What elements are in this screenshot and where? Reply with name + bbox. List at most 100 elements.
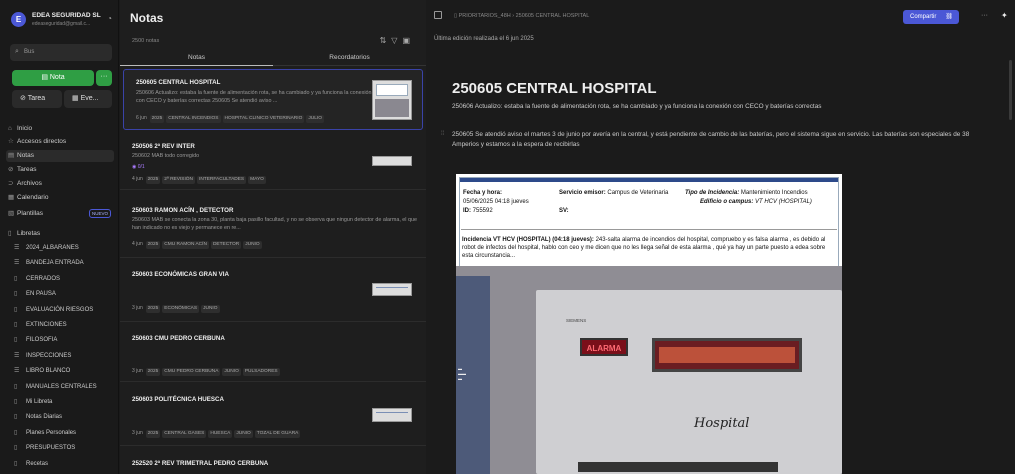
notebook-item[interactable]: ▯ Notas Diarias (14, 411, 116, 424)
note-thumbnail (372, 408, 412, 422)
tag: JULIO (306, 115, 324, 123)
notebook-item[interactable]: ☰ 2024_ALBARANES (14, 242, 116, 255)
notebook-item[interactable]: ▯ FILOSOFIA (14, 334, 116, 347)
filter-icon[interactable]: ▽ (391, 36, 402, 45)
new-task-button[interactable]: ⊘ Tarea (12, 90, 62, 108)
expand-icon[interactable] (434, 11, 442, 19)
notebook-item[interactable]: ▯ Recetas (14, 458, 116, 471)
report-label: Servicio emisor: (559, 190, 606, 196)
template-icon: ▧ (8, 210, 15, 217)
breadcrumb-text: PRIORITARIOS_48H › 250605 CENTRAL HOSPIT… (458, 13, 590, 19)
notebook-item[interactable]: ▯ Mi Libreta (14, 396, 116, 409)
notebook-icon: ▯ (14, 306, 18, 313)
list-item[interactable]: 250603 CMU PEDRO CERBUNA 3 jun 2025 CMU P… (120, 324, 426, 382)
report-fecha: Fecha y hora: (463, 190, 502, 196)
search-input[interactable]: ⌕ Bus (10, 44, 112, 61)
sidebar-item-archivos[interactable]: ⊃ Archivos (6, 178, 114, 190)
more-options-icon[interactable]: ··· (981, 12, 988, 19)
notebook-item[interactable]: ▯ EXTINCIONES (14, 319, 116, 332)
report-label: Edificio o campus: (700, 199, 754, 205)
sidebar-item-accesos[interactable]: ☆ Accesos directos (6, 136, 114, 148)
plus-icon[interactable]: ✦ (1001, 11, 1008, 20)
new-event-label: Eve... (80, 95, 99, 102)
notebook-item[interactable]: ☰ LIBRO BLANCO (14, 365, 116, 378)
notes-count: 2500 notas (132, 38, 160, 44)
notebook-label: EXTINCIONES (26, 322, 67, 328)
notebook-item[interactable]: ▯ EN PAUSA (14, 288, 116, 301)
sidebar-item-tareas[interactable]: ⊘ Tareas (6, 164, 114, 176)
tag: 2025 (145, 430, 161, 438)
notebook-item[interactable]: ☰ INSPECCIONES (14, 350, 116, 363)
tag: 2025 (145, 176, 161, 184)
note-paragraph[interactable]: 250606 Actualizo: estaba la fuente de al… (452, 102, 992, 112)
list-item[interactable]: 250603 POLITÉCNICA HUESCA 3 jun 2025 CENT… (120, 384, 426, 446)
notebook-item[interactable]: ▯ CERRADOS (14, 273, 116, 286)
share-button[interactable]: Compartir ⛓ (903, 10, 959, 24)
list-item[interactable]: 250603 ECONÓMICAS GRAN VIA 3 jun 2025 ECO… (120, 260, 426, 322)
account-switcher[interactable]: E EDEA SEGURIDAD SL edeaseguridad@gmail.… (6, 9, 116, 31)
note-thumbnail (372, 283, 412, 296)
notebook-label: LIBRO BLANCO (26, 368, 71, 375)
tag: CENTRAL GASES (162, 430, 207, 438)
note-title: 252520 2ª REV TRIMETRAL PEDRO CERBUNA (132, 460, 269, 467)
note-date: 4 jun (132, 241, 143, 247)
list-item[interactable]: 250506 2ª REV INTER 250602 MAB todo corr… (120, 132, 426, 190)
search-icon: ⌕ (15, 48, 19, 55)
calendar-icon: ▦ (8, 194, 15, 201)
notebook-item[interactable]: ▯ EVALUACIÓN RIESGOS (14, 304, 116, 317)
list-item[interactable]: 252520 2ª REV TRIMETRAL PEDRO CERBUNA (120, 448, 426, 474)
report-value: VT HCV (HOSPITAL) (755, 199, 812, 205)
report-value: 755592 (472, 208, 493, 214)
drag-handle-icon[interactable]: ⁞⁞ (441, 131, 444, 137)
link-icon[interactable]: ⛓ (945, 10, 953, 24)
note-title: 250603 RAMON ACÍN , DETECTOR (132, 207, 234, 214)
sidebar-item-plantillas[interactable]: ▧ Plantillas NUEVO (6, 208, 114, 220)
editor-topbar: ▯ PRIORITARIOS_48H › 250605 CENTRAL HOSP… (426, 0, 1015, 30)
notebook-icon: ▯ (14, 322, 18, 328)
note-paragraph[interactable]: 250605 Se atendió aviso el martes 3 de j… (452, 130, 992, 150)
new-event-button[interactable]: ▦ Eve... (64, 90, 112, 108)
notebook-item[interactable]: ▯ Planes Personales (14, 427, 116, 440)
note-snippet: 250603 MAB se conecta la zona 30, planta… (132, 217, 417, 231)
sort-icon[interactable]: ⇅ (380, 36, 392, 45)
check-circle-icon: ⊘ (20, 95, 28, 102)
new-badge: NUEVO (88, 209, 111, 218)
sidebar-item-notas[interactable]: ▤ Notas (6, 150, 114, 162)
note-date: 6 jun (136, 115, 147, 121)
notebook-item[interactable]: ☰ BANDEJA ENTRADA (14, 257, 116, 270)
breadcrumb[interactable]: ▯ PRIORITARIOS_48H › 250605 CENTRAL HOSP… (454, 13, 589, 19)
note-date: 3 jun (132, 430, 143, 436)
note-title: 250603 POLITÉCNICA HUESCA (132, 396, 224, 403)
sidebar-item-calendario[interactable]: ▦ Calendario (6, 192, 114, 204)
list-item-selected[interactable]: 250605 CENTRAL HOSPITAL 250606 Actualizo… (123, 69, 423, 130)
tag: DETECTOR (210, 241, 242, 249)
tag: ECONÓMICAS (162, 305, 200, 313)
scrollbar[interactable] (1009, 60, 1012, 120)
sidebar-item-inicio[interactable]: ⌂ Inicio (6, 123, 114, 135)
tag: 2025 (145, 368, 161, 376)
tag: HOSPITAL CLINICO VETERINARIO (222, 115, 305, 123)
note-meta: 3 jun 2025 CENTRAL GASES HUESCA JUNIO TOZAL … (132, 430, 302, 438)
thumbnail-line (376, 412, 408, 413)
report-header-bar (460, 178, 838, 182)
notebook-icon: ▯ (14, 429, 18, 436)
new-more-button[interactable]: ··· (96, 70, 112, 86)
tab-recordatorios[interactable]: Recordatorios (273, 52, 426, 66)
list-item[interactable]: 250603 RAMON ACÍN , DETECTOR 250603 MAB … (120, 192, 426, 258)
report-desc-title: Incidencia VT HCV (HOSPITAL) (04:18 juev… (462, 237, 594, 243)
notebook-label: Recetas (26, 460, 49, 467)
attached-image[interactable]: Fecha y hora: 05/06/2025 04:18 jueves ID… (456, 174, 842, 474)
tab-notas[interactable]: Notas (120, 52, 273, 66)
new-note-label: Nota (49, 74, 65, 81)
note-icon: ▤ (8, 152, 15, 159)
view-options-icon[interactable]: ▣ (402, 36, 415, 45)
sidebar-item-libretas[interactable]: ▯ Libretas (6, 228, 114, 240)
new-note-button[interactable]: ▤ Nota (12, 70, 94, 86)
note-editor: ▯ PRIORITARIOS_48H › 250605 CENTRAL HOSP… (426, 0, 1015, 474)
tag: 2025 (145, 305, 161, 313)
note-title-heading[interactable]: 250605 CENTRAL HOSPITAL (452, 80, 657, 97)
bell-icon[interactable]: ◔ (105, 14, 114, 24)
avatar[interactable]: E (11, 12, 26, 27)
notebook-item[interactable]: ▯ PRESUPUESTOS (14, 442, 116, 455)
notebook-item[interactable]: ▯ MANUALES CENTRALES (14, 381, 116, 394)
